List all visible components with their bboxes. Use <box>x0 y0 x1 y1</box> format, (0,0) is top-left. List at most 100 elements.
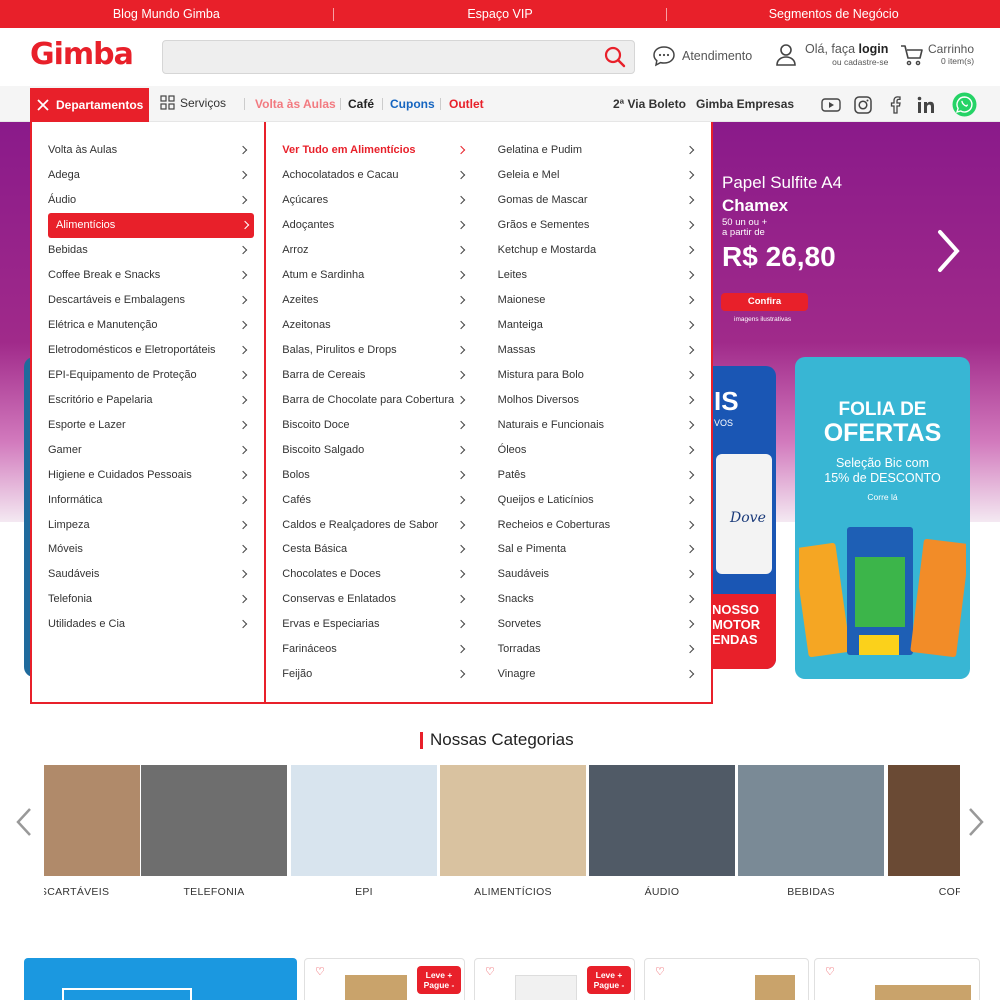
subcategory-item[interactable]: Leites <box>496 263 711 288</box>
search-icon[interactable] <box>604 46 626 71</box>
youtube-icon[interactable] <box>820 94 842 116</box>
subcategory-item[interactable]: Atum e Sardinha <box>280 263 481 288</box>
promo-banner-dove[interactable]: IS VOS Dove NOSSO MOTOR ENDAS <box>712 366 776 669</box>
department-item[interactable]: Telefonia <box>32 587 264 612</box>
subcategory-item[interactable]: Achocolatados e Cacau <box>280 163 481 188</box>
department-item[interactable]: Móveis <box>32 537 264 562</box>
heart-icon[interactable]: ♡ <box>485 965 495 978</box>
cart-link[interactable]: Carrinho 0 item(s) <box>900 43 974 67</box>
department-item[interactable]: Elétrica e Manutenção <box>32 313 264 338</box>
chevron-left-icon[interactable] <box>14 807 34 840</box>
category-card[interactable]: TELEFONIA <box>141 765 287 898</box>
subcategory-item[interactable]: Biscoito Salgado <box>280 437 481 462</box>
subcategory-item[interactable]: Patês <box>496 462 711 487</box>
department-item[interactable]: Volta às Aulas <box>32 138 264 163</box>
top-link-segmentos[interactable]: Segmentos de Negócio <box>667 7 1000 21</box>
nav-empresas[interactable]: Gimba Empresas <box>696 97 794 111</box>
subcategory-item[interactable]: Torradas <box>496 637 711 662</box>
subcategory-item[interactable]: Geleia e Mel <box>496 163 711 188</box>
subcategory-item[interactable]: Saudáveis <box>496 562 711 587</box>
department-item[interactable]: Áudio <box>32 188 264 213</box>
chevron-right-icon[interactable] <box>936 228 962 277</box>
department-item[interactable]: Informática <box>32 487 264 512</box>
atendimento-link[interactable]: Atendimento <box>652 45 752 67</box>
subcategory-item[interactable]: Chocolates e Doces <box>280 562 481 587</box>
heart-icon[interactable]: ♡ <box>315 965 325 978</box>
subcategory-item[interactable]: Manteiga <box>496 313 711 338</box>
top-link-blog[interactable]: Blog Mundo Gimba <box>0 7 333 21</box>
department-item[interactable]: Saudáveis <box>32 562 264 587</box>
heart-icon[interactable]: ♡ <box>655 965 665 978</box>
promo-bic-cta[interactable]: Corre lá <box>795 492 970 502</box>
subcategory-item[interactable]: Barra de Cereais <box>280 362 481 387</box>
subcategory-item[interactable]: Molhos Diversos <box>496 387 711 412</box>
subcategory-item[interactable]: Sorvetes <box>496 612 711 637</box>
login-link[interactable]: Olá, faça login ou cadastre-se <box>775 43 888 69</box>
nav-cafe[interactable]: Café <box>348 97 374 111</box>
subcategory-item[interactable]: Snacks <box>496 587 711 612</box>
chevron-right-icon[interactable] <box>966 807 986 840</box>
nav-volta-aulas[interactable]: Volta às Aulas <box>255 97 336 111</box>
subcategory-item[interactable]: Barra de Chocolate para Cobertura <box>280 387 481 412</box>
department-item[interactable]: EPI-Equipamento de Proteção <box>32 362 264 387</box>
promo-banner-bottom[interactable] <box>24 958 297 1000</box>
subcategory-item[interactable]: Feijão <box>280 662 481 687</box>
subcategory-item[interactable]: Balas, Pirulitos e Drops <box>280 338 481 363</box>
subcategory-item[interactable]: Recheios e Coberturas <box>496 512 711 537</box>
facebook-icon[interactable] <box>884 94 906 116</box>
subcategory-item[interactable]: Cesta Básica <box>280 537 481 562</box>
subcategory-item[interactable]: Grãos e Sementes <box>496 213 711 238</box>
subcategory-item[interactable]: Açúcares <box>280 188 481 213</box>
nav-boleto[interactable]: 2ª Via Boleto <box>613 97 686 111</box>
department-item[interactable]: Bebidas <box>32 238 264 263</box>
department-item[interactable]: Utilidades e Cia <box>32 612 264 637</box>
login-bold[interactable]: login <box>859 42 889 56</box>
category-card[interactable]: ALIMENTÍCIOS <box>440 765 586 898</box>
department-item[interactable]: Descartáveis e Embalagens <box>32 288 264 313</box>
subcategory-item[interactable]: Caldos e Realçadores de Sabor <box>280 512 481 537</box>
whatsapp-icon[interactable] <box>952 92 977 117</box>
product-card[interactable]: ♡ <box>814 958 980 1000</box>
subcategory-item[interactable]: Queijos e Laticínios <box>496 487 711 512</box>
department-item[interactable]: Gamer <box>32 437 264 462</box>
department-item[interactable]: Alimentícios <box>48 212 255 238</box>
subcategory-item[interactable]: Óleos <box>496 437 711 462</box>
category-card[interactable]: ÁUDIO <box>589 765 735 898</box>
subcategory-item[interactable]: Biscoito Doce <box>280 412 481 437</box>
department-item[interactable]: Higiene e Cuidados Pessoais <box>32 462 264 487</box>
subcategory-item[interactable]: Conservas e Enlatados <box>280 587 481 612</box>
search-input[interactable] <box>162 40 635 74</box>
subcategory-item[interactable]: Adoçantes <box>280 213 481 238</box>
department-item[interactable]: Coffee Break e Snacks <box>32 263 264 288</box>
subcategory-item[interactable]: Massas <box>496 338 711 363</box>
subcategory-item[interactable]: Vinagre <box>496 662 711 687</box>
servicos-button[interactable]: Serviços <box>160 95 226 110</box>
subcategory-item[interactable]: Naturais e Funcionais <box>496 412 711 437</box>
department-item[interactable]: Esporte e Lazer <box>32 412 264 437</box>
subcategory-item[interactable]: Ketchup e Mostarda <box>496 238 711 263</box>
category-card[interactable]: BEBIDAS <box>738 765 884 898</box>
nav-outlet[interactable]: Outlet <box>449 97 484 111</box>
logo[interactable]: Gimba <box>30 37 134 72</box>
linkedin-icon[interactable] <box>915 94 937 116</box>
product-card[interactable]: ♡ Leve + Pague - <box>304 958 465 1000</box>
department-item[interactable]: Limpeza <box>32 512 264 537</box>
promo-banner-bic[interactable]: FOLIA DE OFERTAS Seleção Bic com 15% de … <box>795 357 970 679</box>
nav-cupons[interactable]: Cupons <box>390 97 435 111</box>
subcategory-item[interactable]: Farináceos <box>280 637 481 662</box>
department-item[interactable]: Escritório e Papelaria <box>32 387 264 412</box>
see-all-link[interactable]: Ver Tudo em Alimentícios <box>280 138 481 163</box>
subcategory-item[interactable]: Cafés <box>280 487 481 512</box>
subcategory-item[interactable]: Ervas e Especiarias <box>280 612 481 637</box>
heart-icon[interactable]: ♡ <box>825 965 835 978</box>
subcategory-item[interactable]: Azeites <box>280 288 481 313</box>
subcategory-item[interactable]: Gelatina e Pudim <box>496 138 711 163</box>
category-card[interactable]: COFFEE <box>888 765 960 898</box>
departamentos-button[interactable]: Departamentos <box>30 88 149 122</box>
register-link[interactable]: ou cadastre-se <box>805 56 888 69</box>
top-link-vip[interactable]: Espaço VIP <box>334 7 667 21</box>
subcategory-item[interactable]: Sal e Pimenta <box>496 537 711 562</box>
category-card[interactable]: DESCARTÁVEIS <box>44 765 140 898</box>
subcategory-item[interactable]: Maionese <box>496 288 711 313</box>
instagram-icon[interactable] <box>852 94 874 116</box>
